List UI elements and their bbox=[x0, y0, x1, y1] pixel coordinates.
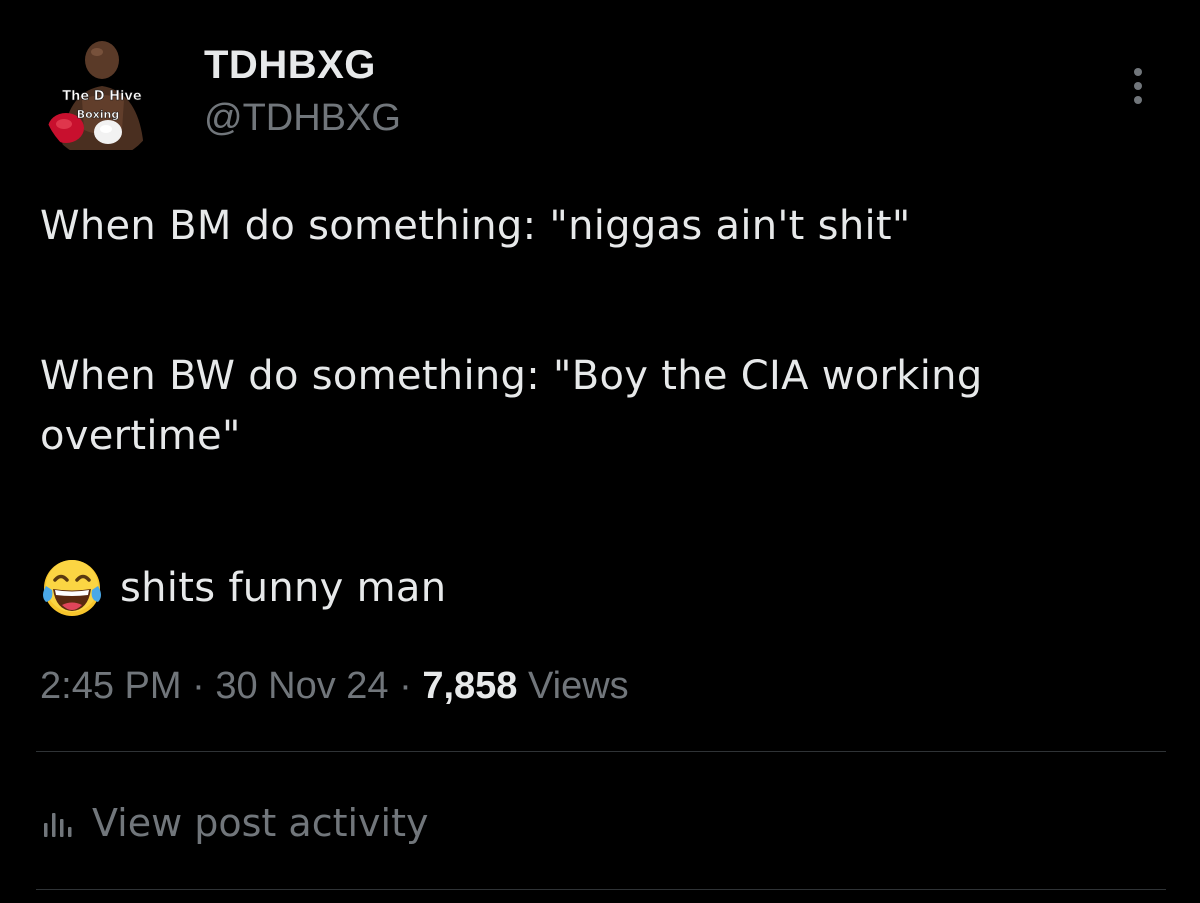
tweet: The D Hive Boxing TDHBXG @TDHBXG When BM… bbox=[0, 0, 1200, 903]
meta-separator: · bbox=[399, 665, 412, 707]
more-options-button[interactable] bbox=[1118, 62, 1158, 110]
post-date[interactable]: 30 Nov 24 bbox=[215, 665, 388, 707]
post-meta: 2:45 PM · 30 Nov 24 · 7,858 Views bbox=[40, 662, 629, 710]
post-text-line: When BM do something: "niggas ain't shit… bbox=[40, 203, 911, 249]
post-text: When BM do something: "niggas ain't shit… bbox=[40, 196, 1160, 620]
view-post-activity-label: View post activity bbox=[92, 801, 429, 845]
more-options-icon bbox=[1134, 82, 1142, 90]
user-handle[interactable]: @TDHBXG bbox=[204, 94, 401, 142]
avatar-logo-line2: Boxing bbox=[77, 108, 120, 121]
post-text-line: When BW do something: "Boy the CIA worki… bbox=[40, 353, 983, 459]
post-text-emoji-line: shits funny man bbox=[120, 565, 447, 611]
avatar-logo-line1: The D Hive bbox=[62, 89, 142, 104]
display-name[interactable]: TDHBXG bbox=[204, 40, 401, 90]
bar-chart-icon bbox=[44, 813, 72, 837]
views-count: 7,858 bbox=[422, 665, 518, 707]
author-info[interactable]: TDHBXG @TDHBXG bbox=[204, 40, 401, 142]
meta-separator: · bbox=[192, 665, 205, 707]
avatar[interactable]: The D Hive Boxing bbox=[42, 30, 160, 160]
post-time[interactable]: 2:45 PM bbox=[40, 665, 182, 707]
more-options-icon bbox=[1134, 96, 1142, 104]
divider bbox=[36, 751, 1166, 752]
divider bbox=[36, 889, 1166, 890]
views-label: Views bbox=[527, 665, 629, 707]
view-post-activity-button[interactable]: View post activity bbox=[40, 798, 428, 848]
more-options-icon bbox=[1134, 68, 1142, 76]
post-text-line: shits funny man bbox=[40, 556, 1160, 620]
laughing-crying-emoji-icon bbox=[43, 560, 101, 616]
avatar-boxer-image: The D Hive Boxing bbox=[42, 30, 160, 160]
